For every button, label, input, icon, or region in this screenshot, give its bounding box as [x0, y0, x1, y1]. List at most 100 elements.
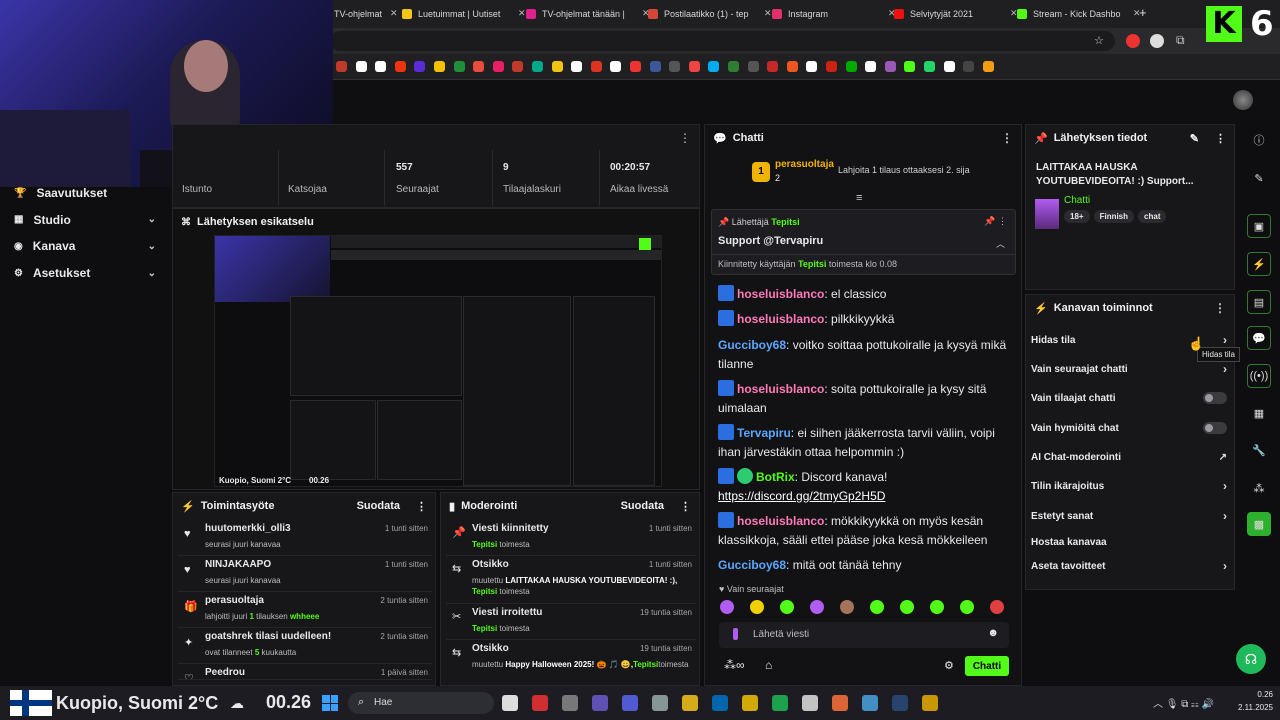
bookmark-icon[interactable]	[630, 61, 641, 72]
bookmark-icon[interactable]	[688, 61, 700, 72]
broadcast-icon[interactable]: ((•))	[1247, 364, 1271, 388]
taskbar-app-icon[interactable]	[772, 695, 788, 711]
windows-start-icon[interactable]	[322, 695, 338, 711]
chat-username[interactable]: BotRix	[756, 470, 795, 484]
channel-action-0[interactable]: Hidas tila ›	[1031, 326, 1227, 354]
activity-row[interactable]: ♥ huutomerkki_olli3 1 tunti sitten seurasi …	[178, 520, 432, 556]
extension-icon[interactable]	[1150, 34, 1164, 48]
bookmark-icon[interactable]	[453, 61, 465, 72]
toggle-switch[interactable]	[1203, 422, 1227, 434]
browser-tab[interactable]: TV-ohjelmat tänään |	[526, 3, 636, 25]
tag-chip[interactable]: 18+	[1064, 210, 1090, 223]
chevron-up-icon[interactable]: ︿	[996, 237, 1005, 250]
chat-username[interactable]: hoseluisblanco	[737, 312, 824, 326]
emote-icon[interactable]	[960, 600, 974, 614]
bookmark-icon[interactable]	[336, 61, 347, 72]
bookmark-icon[interactable]	[551, 61, 563, 72]
channel-actions-menu-icon[interactable]: ⋮	[1214, 301, 1226, 315]
taskbar-app-icon[interactable]	[832, 695, 848, 711]
channel-action-1[interactable]: Vain seuraajat chatti ›	[1031, 355, 1227, 383]
sidebar-item-asetukset[interactable]: ⚙ Asetukset ⌄	[0, 260, 170, 286]
activity-row[interactable]: ♥ NINJAKAAPO 1 tunti sitten seurasi juuri k…	[178, 556, 432, 592]
sidebar-item-kanava[interactable]: ◉ Kanava ⌄	[0, 233, 170, 259]
tray-icons[interactable]: ︿ 🎙 ⧉ ☷ 🔊	[1153, 695, 1214, 710]
activity-menu-icon[interactable]: ⋮	[416, 500, 427, 513]
moderation-row[interactable]: 📌 Viesti kiinnitetty 1 tunti sitten Tepitsi…	[446, 520, 696, 556]
channel-action-5[interactable]: Tilin ikärajoitus ›	[1031, 472, 1227, 500]
scan-icon[interactable]: ▣	[1247, 214, 1271, 238]
chat-username[interactable]: hoseluisblanco	[737, 382, 824, 396]
chat-username[interactable]: Tervapiru	[737, 426, 791, 440]
tag-chip[interactable]: chat	[1138, 210, 1167, 223]
emote-icon[interactable]	[780, 600, 794, 614]
stats-menu-icon[interactable]: ⋮	[679, 131, 691, 145]
chat-icon[interactable]: 💬	[1247, 326, 1271, 350]
emoji-icon[interactable]: ☻	[987, 627, 999, 639]
moderation-row[interactable]: ⇆ Otsikko 19 tuntia sitten muutettu Happy H…	[446, 640, 696, 684]
taskbar-app-icon[interactable]	[652, 695, 668, 711]
bookmark-icon[interactable]	[865, 61, 877, 72]
chat-tools-icon[interactable]: ⁂∞	[724, 658, 745, 672]
moderation-user[interactable]: Tepitsi	[472, 587, 497, 596]
emote-icon[interactable]	[900, 600, 914, 614]
bookmark-icon[interactable]	[747, 61, 759, 72]
close-tab-icon[interactable]: ✕	[764, 8, 772, 19]
bookmark-icon[interactable]	[473, 61, 485, 72]
gift-prompt[interactable]: Lahjoita 1 tilaus ottaaksesi 2. sija	[838, 165, 970, 175]
tray-time[interactable]: 0.26	[1233, 690, 1273, 699]
edit-icon[interactable]: ✎	[1190, 132, 1199, 145]
bookmark-icon[interactable]	[532, 61, 543, 72]
moderation-user[interactable]: Tepitsi	[472, 624, 497, 633]
taskbar-app-icon[interactable]	[922, 695, 938, 711]
emote-icon[interactable]	[750, 600, 764, 614]
stream-info-menu-icon[interactable]: ⋮	[1215, 132, 1226, 145]
document-icon[interactable]: ▤	[1247, 290, 1271, 314]
taskbar-app-icon[interactable]	[622, 695, 638, 711]
bookmark-icon[interactable]	[375, 61, 387, 72]
emote-icon[interactable]	[870, 600, 884, 614]
category-name[interactable]: Chatti	[1064, 195, 1090, 206]
browser-tab[interactable]: Postilaatikko (1) - tep	[648, 3, 758, 25]
bookmark-icon[interactable]	[884, 61, 896, 72]
sidebar-item-saavutukset[interactable]: 🏆 Saavutukset	[0, 180, 170, 206]
moderation-row[interactable]: ⇆ Otsikko 1 tunti sitten muutettu LAITTAKAA…	[446, 556, 696, 604]
bookmark-icon[interactable]	[904, 61, 916, 72]
edit-icon[interactable]: ✎	[1247, 166, 1271, 190]
channel-action-8[interactable]: Aseta tavoitteet ›	[1031, 552, 1227, 580]
emote-icon[interactable]	[930, 600, 944, 614]
emote-icon[interactable]	[840, 600, 854, 614]
pinned-message[interactable]: 📌 Lähettäjä Tepitsi Support @Tervapiru 📌…	[711, 209, 1016, 275]
bookmark-icon[interactable]	[845, 61, 857, 72]
bookmark-icon[interactable]	[806, 61, 818, 72]
browser-tab[interactable]: Instagram	[772, 3, 882, 25]
bookmark-star-icon[interactable]: ☆	[1094, 34, 1104, 47]
channel-action-2[interactable]: Vain tilaajat chatti	[1031, 384, 1227, 412]
bookmark-icon[interactable]	[394, 61, 406, 72]
bookmark-icon[interactable]	[669, 61, 681, 72]
chat-settings-icon[interactable]: ⚙	[944, 659, 954, 672]
pin-toggle-icon[interactable]: 📌 ⋮	[984, 216, 1007, 227]
moderation-user[interactable]: Tepitsi	[633, 660, 658, 669]
activity-row[interactable]: 🎁 perasuoltaja 2 tuntia sitten lahjoitti ju…	[178, 592, 432, 628]
bookmark-icon[interactable]	[963, 61, 975, 72]
extensions-puzzle-icon[interactable]: ⧉	[1176, 33, 1185, 48]
chat-link[interactable]: https://discord.gg/2tmyGp2H5D	[718, 489, 885, 503]
taskbar-app-icon[interactable]	[682, 695, 698, 711]
toggle-switch[interactable]	[1203, 392, 1227, 404]
chat-username[interactable]: Gucciboy68	[718, 338, 786, 352]
avatar[interactable]	[1233, 90, 1253, 110]
stream-preview-video[interactable]: Kuopio, Suomi 2°C 00.26	[214, 235, 662, 487]
layout-icon[interactable]: ▦	[1247, 401, 1271, 425]
app-icon[interactable]: ▩	[1247, 512, 1271, 536]
taskbar-app-icon[interactable]	[592, 695, 608, 711]
bookmark-icon[interactable]	[924, 61, 935, 72]
collapse-icon[interactable]: ≡	[856, 192, 862, 204]
activity-row[interactable]: ✦ goatshrek tilasi uudelleen! 2 tuntia sit…	[178, 628, 432, 664]
taskbar-app-icon[interactable]	[892, 695, 908, 711]
emote-icon[interactable]	[810, 600, 824, 614]
taskbar-app-icon[interactable]	[862, 695, 878, 711]
chat-input[interactable]: Lähetä viesti ☻	[719, 622, 1009, 648]
bookmark-icon[interactable]	[492, 61, 504, 72]
close-tab-icon[interactable]: ✕	[390, 8, 398, 19]
tag-chip[interactable]: Finnish	[1093, 210, 1135, 223]
